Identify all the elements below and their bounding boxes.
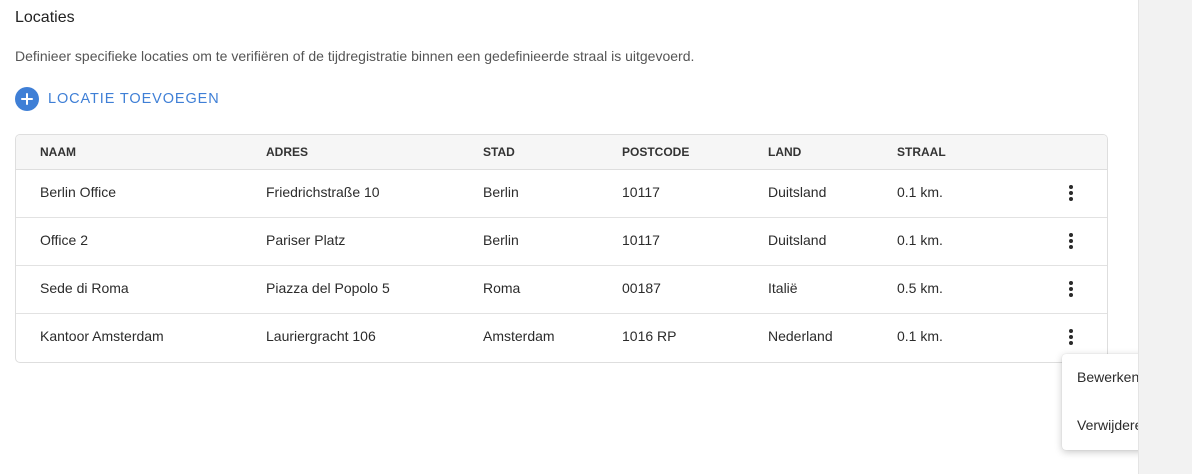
- add-location-label: LOCATIE TOEVOEGEN: [48, 90, 220, 107]
- cell-postcode: 10117: [622, 184, 660, 200]
- more-vertical-icon[interactable]: [1062, 229, 1080, 253]
- column-header-land[interactable]: LAND: [768, 135, 801, 170]
- cell-naam: Kantoor Amsterdam: [40, 328, 164, 344]
- section-title: Locaties: [15, 9, 75, 26]
- cell-naam: Sede di Roma: [40, 280, 129, 296]
- cell-stad: Berlin: [483, 232, 519, 248]
- cell-postcode: 1016 RP: [622, 328, 677, 344]
- table-row[interactable]: Berlin Office Friedrichstraße 10 Berlin …: [16, 170, 1107, 218]
- cell-adres: Piazza del Popolo 5: [266, 280, 390, 296]
- locations-settings-page: Locaties Definieer specifieke locaties o…: [0, 0, 1192, 474]
- cell-straal: 0.1 km.: [897, 184, 943, 200]
- more-vertical-icon[interactable]: [1062, 325, 1080, 349]
- cell-stad: Roma: [483, 280, 521, 296]
- cell-land: Duitsland: [768, 184, 827, 200]
- plus-circle-icon: [15, 86, 39, 111]
- cell-adres: Friedrichstraße 10: [266, 184, 380, 200]
- cell-postcode: 00187: [622, 280, 661, 296]
- cell-naam: Berlin Office: [40, 184, 116, 200]
- section-description: Definieer specifieke locaties om te veri…: [15, 48, 695, 64]
- column-header-adres[interactable]: ADRES: [266, 135, 308, 170]
- cell-stad: Amsterdam: [483, 328, 555, 344]
- cell-postcode: 10117: [622, 232, 660, 248]
- column-header-straal[interactable]: STRAAL: [897, 135, 946, 170]
- table-header: NAAM ADRES STAD POSTCODE LAND STRAAL: [16, 135, 1107, 170]
- column-header-naam[interactable]: NAAM: [40, 135, 76, 170]
- cell-land: Duitsland: [768, 232, 827, 248]
- more-vertical-icon[interactable]: [1062, 277, 1080, 301]
- cell-adres: Pariser Platz: [266, 232, 346, 248]
- table-row[interactable]: Office 2 Pariser Platz Berlin 10117 Duit…: [16, 218, 1107, 266]
- cell-naam: Office 2: [40, 232, 88, 248]
- right-side-panel: [1138, 0, 1192, 474]
- cell-stad: Berlin: [483, 184, 519, 200]
- table-row[interactable]: Kantoor Amsterdam Lauriergracht 106 Amst…: [16, 314, 1107, 362]
- add-location-button[interactable]: LOCATIE TOEVOEGEN: [15, 86, 220, 111]
- column-header-stad[interactable]: STAD: [483, 135, 515, 170]
- cell-straal: 0.1 km.: [897, 232, 943, 248]
- cell-land: Nederland: [768, 328, 833, 344]
- table-row[interactable]: Sede di Roma Piazza del Popolo 5 Roma 00…: [16, 266, 1107, 314]
- cell-straal: 0.5 km.: [897, 280, 943, 296]
- more-vertical-icon[interactable]: [1062, 181, 1080, 205]
- cell-land: Italië: [768, 280, 798, 296]
- locations-table: NAAM ADRES STAD POSTCODE LAND STRAAL Ber…: [15, 134, 1108, 363]
- cell-straal: 0.1 km.: [897, 328, 943, 344]
- column-header-postcode[interactable]: POSTCODE: [622, 135, 689, 170]
- cell-adres: Lauriergracht 106: [266, 328, 376, 344]
